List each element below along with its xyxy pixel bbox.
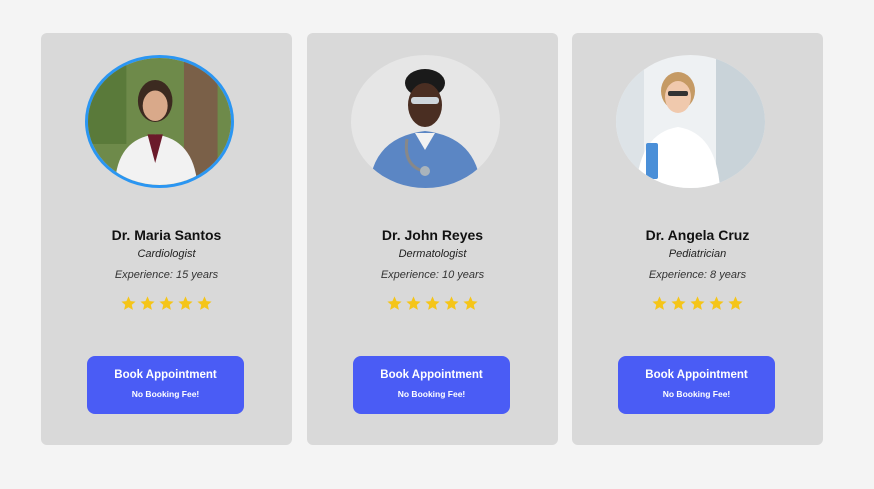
doctor-experience: Experience: 15 years bbox=[114, 269, 219, 281]
star-icon bbox=[651, 295, 668, 312]
doctor-photo-icon bbox=[616, 55, 765, 188]
doctor-name: Dr. John Reyes bbox=[381, 227, 484, 243]
doctor-card: Dr. Angela Cruz Pediatrician Experience:… bbox=[572, 33, 823, 445]
star-icon bbox=[443, 295, 460, 312]
star-icon bbox=[405, 295, 422, 312]
star-icon bbox=[689, 295, 706, 312]
doctor-specialty: Pediatrician bbox=[668, 248, 727, 260]
doctor-avatar[interactable] bbox=[616, 55, 765, 188]
star-rating bbox=[572, 295, 823, 317]
doctor-photo-icon bbox=[351, 55, 500, 188]
doctor-photo-icon bbox=[88, 58, 231, 185]
star-icon bbox=[120, 295, 137, 312]
doctor-name: Dr. Angela Cruz bbox=[645, 227, 750, 243]
doctor-card: Dr. John Reyes Dermatologist Experience:… bbox=[307, 33, 558, 445]
star-icon bbox=[177, 295, 194, 312]
star-icon bbox=[139, 295, 156, 312]
star-icon bbox=[158, 295, 175, 312]
doctor-avatar[interactable] bbox=[85, 55, 234, 188]
no-booking-fee-label: No Booking Fee! bbox=[131, 389, 200, 399]
book-appointment-label: Book Appointment bbox=[114, 369, 217, 381]
star-rating bbox=[307, 295, 558, 317]
no-booking-fee-label: No Booking Fee! bbox=[662, 389, 731, 399]
star-icon bbox=[670, 295, 687, 312]
star-icon bbox=[708, 295, 725, 312]
star-icon bbox=[196, 295, 213, 312]
book-appointment-button[interactable]: Book Appointment No Booking Fee! bbox=[87, 356, 244, 414]
star-icon bbox=[424, 295, 441, 312]
star-icon bbox=[462, 295, 479, 312]
star-rating bbox=[41, 295, 292, 317]
book-appointment-button[interactable]: Book Appointment No Booking Fee! bbox=[353, 356, 510, 414]
book-appointment-label: Book Appointment bbox=[645, 369, 748, 381]
doctor-avatar[interactable] bbox=[351, 55, 500, 188]
book-appointment-label: Book Appointment bbox=[380, 369, 483, 381]
no-booking-fee-label: No Booking Fee! bbox=[397, 389, 466, 399]
doctor-specialty: Cardiologist bbox=[137, 248, 196, 260]
doctor-name: Dr. Maria Santos bbox=[111, 227, 222, 243]
star-icon bbox=[386, 295, 403, 312]
book-appointment-button[interactable]: Book Appointment No Booking Fee! bbox=[618, 356, 775, 414]
doctor-card: Dr. Maria Santos Cardiologist Experience… bbox=[41, 33, 292, 445]
doctor-specialty: Dermatologist bbox=[398, 248, 467, 260]
star-icon bbox=[727, 295, 744, 312]
doctor-experience: Experience: 10 years bbox=[380, 269, 485, 281]
doctor-experience: Experience: 8 years bbox=[648, 269, 747, 281]
